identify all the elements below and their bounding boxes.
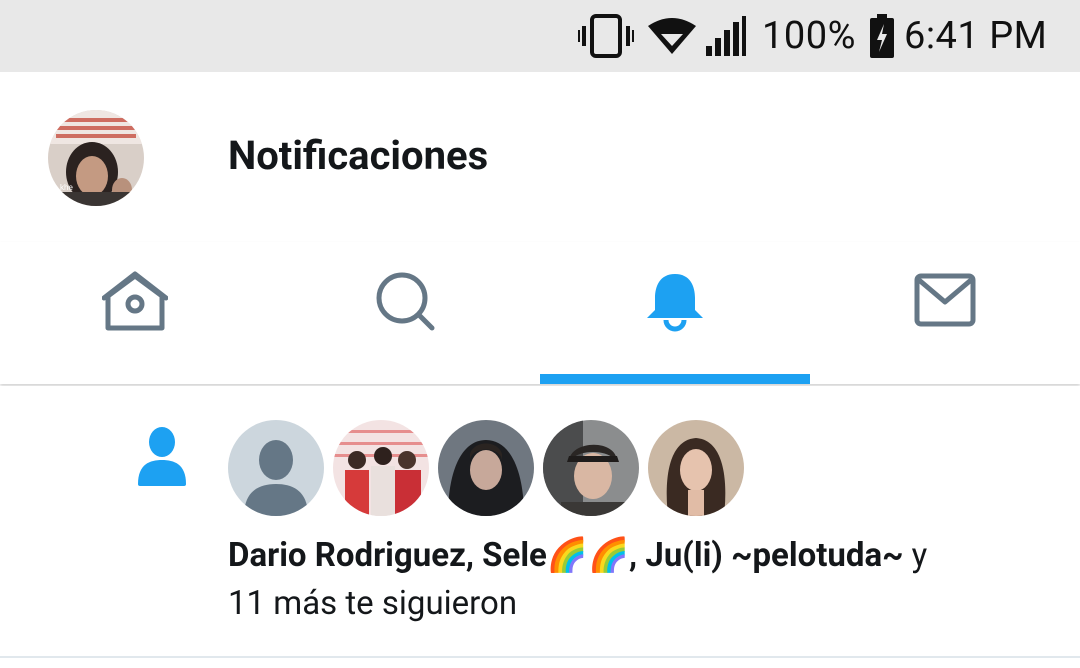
notification-text: Dario Rodriguez, Sele🌈🌈, Ju(li) ~pelotud… (228, 532, 1048, 628)
signal-icon (706, 16, 746, 60)
mail-icon (912, 242, 978, 336)
hooded-person-avatar[interactable] (438, 420, 534, 516)
notification-item[interactable]: Dario Rodriguez, Sele🌈🌈, Ju(li) ~pelotud… (0, 386, 1080, 656)
battery-percent: 100% (762, 14, 856, 58)
follower-names[interactable]: Dario Rodriguez, Sele🌈🌈, Ju(li) ~pelotud… (228, 536, 904, 575)
divider (0, 656, 1080, 658)
tab-messages[interactable] (810, 242, 1080, 384)
avatar-caption: khe (60, 183, 73, 192)
page-title: Notificaciones (228, 132, 489, 179)
woman-avatar[interactable] (648, 420, 744, 516)
profile-avatar[interactable]: khe (48, 110, 144, 206)
vibrate-icon (578, 14, 634, 62)
more-followers-text: 11 más te siguieron (228, 584, 518, 623)
tab-bar (0, 242, 1080, 384)
wifi-icon (646, 16, 698, 60)
bell-icon (642, 242, 708, 336)
clock: 6:41 PM (904, 14, 1048, 58)
man-cap-avatar[interactable] (543, 420, 639, 516)
person-icon (136, 426, 188, 492)
status-bar: 100% 6:41 PM (0, 0, 1080, 72)
tab-search[interactable] (270, 242, 540, 384)
tab-notifications[interactable] (540, 242, 810, 384)
tab-home[interactable] (0, 242, 270, 384)
home-icon (101, 242, 169, 336)
active-tab-indicator (540, 374, 810, 384)
search-icon (372, 242, 438, 336)
connector-text: y (903, 536, 928, 575)
group-photo-avatar[interactable] (333, 420, 429, 516)
battery-charging-icon (870, 14, 894, 62)
app-header: khe Notificaciones (0, 72, 1080, 242)
default-avatar[interactable] (228, 420, 324, 516)
